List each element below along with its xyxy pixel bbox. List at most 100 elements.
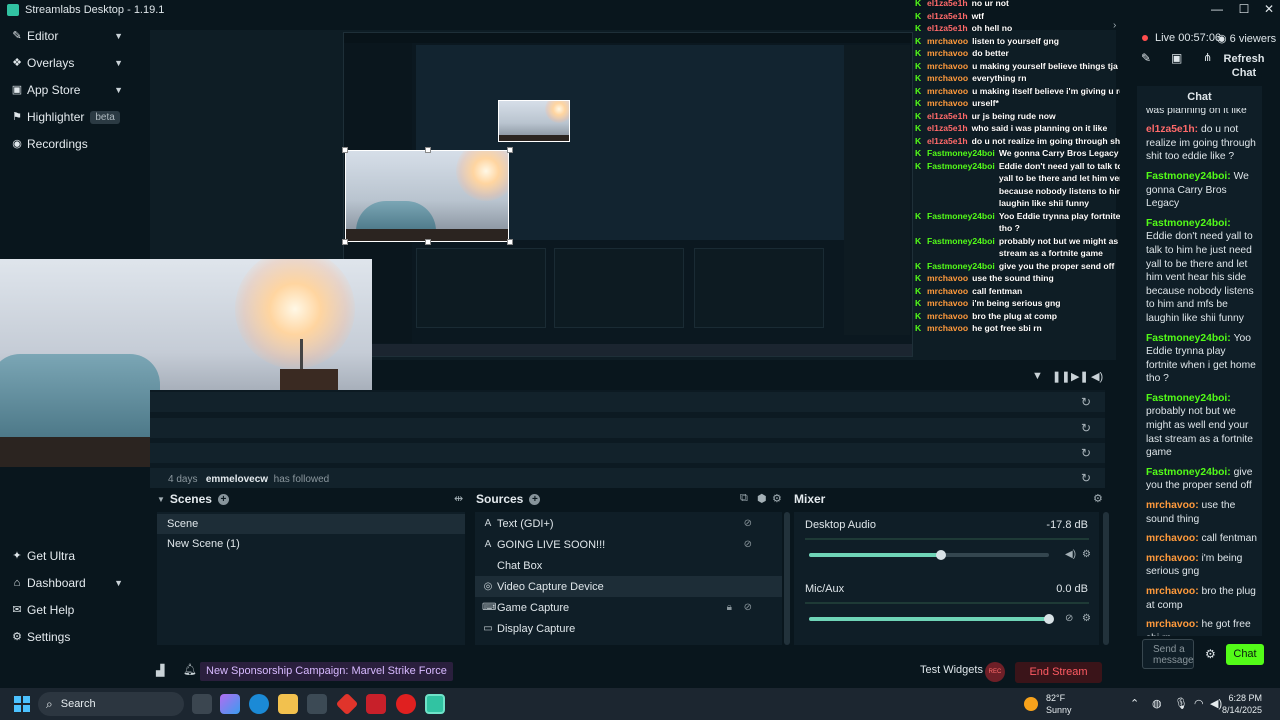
chat-username[interactable]: Fastmoney24boi — [1146, 467, 1227, 478]
visibility-off-icon[interactable]: ⊘ — [744, 602, 752, 613]
repeat-icon[interactable]: ↻ — [1081, 446, 1091, 460]
record-button[interactable]: REC — [985, 662, 1005, 682]
source-item[interactable]: A GOING LIVE SOON!!! ⊘ — [475, 534, 782, 555]
chat-username[interactable]: mrchavoo — [1146, 619, 1195, 630]
gear-icon[interactable]: ⚙ — [1082, 549, 1091, 560]
nav-dashboard[interactable]: ⌂ Dashboard ▼ — [0, 571, 133, 595]
chat-username[interactable]: mrchavoo — [1146, 533, 1195, 544]
chat-username[interactable]: Fastmoney24boi — [1146, 393, 1227, 404]
nav-highlighter[interactable]: ⚑ Highlighter beta — [0, 105, 133, 129]
lock-icon[interactable]: 🔒︎ — [727, 602, 732, 613]
edit-icon[interactable]: ✎ — [1141, 51, 1151, 65]
source-item[interactable]: Chat Box — [475, 555, 782, 576]
source-item[interactable]: A Text (GDI+) ⊘ — [475, 513, 782, 534]
scene-item[interactable]: New Scene (1) — [157, 534, 465, 554]
selection-handle[interactable] — [342, 239, 348, 245]
gear-icon[interactable]: ⚙ — [1082, 613, 1091, 624]
nav-get-ultra[interactable]: ✦ Get Ultra — [0, 544, 133, 568]
performance-icon[interactable]: ▟ — [156, 664, 164, 677]
visibility-off-icon[interactable]: ⊘ — [744, 518, 752, 529]
nav-recordings[interactable]: ◉ Recordings — [0, 132, 133, 156]
system-clock[interactable]: 6:28 PM 8/14/2025 — [1222, 692, 1262, 716]
mic-muted-icon[interactable]: ⊘ — [1065, 613, 1073, 624]
mic-icon[interactable]: 🎙︎ — [1174, 697, 1188, 710]
share-icon[interactable]: ⋔ — [1203, 51, 1212, 64]
selection-handle[interactable] — [507, 147, 513, 153]
end-stream-button[interactable]: End Stream — [1015, 662, 1102, 683]
webcam-source-preview[interactable] — [345, 150, 509, 242]
store-app-icon[interactable] — [307, 694, 327, 714]
store-icon[interactable]: ▣ — [1171, 51, 1182, 65]
folder-icon[interactable]: ⬢ — [757, 492, 767, 505]
source-item[interactable]: ⌨ Game Capture 🔒︎ ⊘ — [475, 597, 782, 618]
nav-settings[interactable]: ⚙ Settings — [0, 625, 133, 649]
nav-editor[interactable]: ✎ Editor ▼ — [0, 24, 133, 48]
filter-icon[interactable]: ▼ — [1032, 370, 1043, 382]
selection-handle[interactable] — [507, 239, 513, 245]
scene-transitions-icon[interactable]: ⇹ — [454, 492, 463, 505]
edge-icon[interactable] — [249, 694, 269, 714]
minimize-button[interactable]: — — [1204, 0, 1230, 20]
chat-input[interactable]: Send a message — [1142, 639, 1194, 669]
chat-username[interactable]: mrchavoo — [1146, 500, 1195, 511]
chat-username[interactable]: el1za5e1h — [1146, 124, 1195, 135]
source-options-icon[interactable]: ⧉ — [740, 492, 748, 505]
chevron-up-icon[interactable]: ⌃ — [1130, 697, 1139, 710]
slider-knob[interactable] — [936, 550, 946, 560]
weather-widget[interactable]: 82°F Sunny — [1024, 692, 1072, 716]
nav-get-help[interactable]: ✉ Get Help — [0, 598, 133, 622]
mcafee-icon[interactable] — [366, 694, 386, 714]
chat-username[interactable]: Fastmoney24boi — [1146, 218, 1227, 229]
nav-overlays[interactable]: ❖ Overlays ▼ — [0, 51, 133, 75]
selection-handle[interactable] — [342, 147, 348, 153]
scene-item[interactable]: Scene — [157, 514, 465, 534]
repeat-icon[interactable]: ↻ — [1081, 395, 1091, 409]
app-icon[interactable] — [335, 692, 359, 716]
sources-scrollbar[interactable] — [784, 512, 790, 645]
selection-handle[interactable] — [425, 147, 431, 153]
mixer-scrollbar[interactable] — [1103, 512, 1109, 645]
add-scene-button[interactable]: + — [217, 493, 229, 505]
wifi-icon[interactable]: ◠ — [1194, 697, 1204, 710]
refresh-chat-button[interactable]: Refresh Chat — [1218, 52, 1270, 80]
pause-icon[interactable]: ❚❚ — [1052, 370, 1070, 383]
send-chat-button[interactable]: Chat — [1226, 644, 1264, 665]
task-view-icon[interactable] — [192, 694, 212, 714]
copilot-icon[interactable] — [220, 694, 240, 714]
app-icon[interactable] — [396, 694, 416, 714]
volume-icon[interactable]: ◀) — [1091, 370, 1103, 383]
taskbar-search[interactable]: ⌕ Search — [38, 692, 184, 716]
close-button[interactable]: ✕ — [1256, 0, 1280, 20]
slider-knob[interactable] — [1044, 614, 1054, 624]
source-item[interactable]: ▭ Display Capture — [475, 618, 782, 639]
selection-handle[interactable] — [425, 239, 431, 245]
windows-start-button[interactable] — [14, 696, 30, 712]
mixer-settings-icon[interactable]: ⚙ — [1093, 492, 1103, 505]
chat-username[interactable]: Fastmoney24boi — [1146, 333, 1227, 344]
visibility-off-icon[interactable]: ⊘ — [744, 539, 752, 550]
chat-username[interactable]: mrchavoo — [1146, 586, 1195, 597]
sponsorship-banner[interactable]: New Sponsorship Campaign: Marvel Strike … — [200, 662, 453, 681]
settings-icon[interactable]: ⚙ — [772, 492, 782, 505]
speaker-icon[interactable]: ◀) — [1065, 549, 1076, 560]
nav-app-store[interactable]: ▣ App Store ▼ — [0, 78, 133, 102]
repeat-icon[interactable]: ↻ — [1081, 421, 1091, 435]
chat-username[interactable]: Fastmoney24boi — [1146, 171, 1227, 182]
test-widgets-button[interactable]: Test Widgets — [920, 664, 983, 676]
skip-icon[interactable]: ▶❚ — [1071, 370, 1089, 383]
file-explorer-icon[interactable] — [278, 694, 298, 714]
add-source-button[interactable]: + — [529, 493, 541, 505]
volume-slider[interactable] — [809, 550, 1049, 560]
chevron-down-icon[interactable]: ▼ — [157, 495, 165, 504]
tray-app-icon[interactable]: ◍ — [1152, 697, 1162, 710]
volume-slider[interactable] — [809, 614, 1054, 624]
chat-username[interactable]: mrchavoo — [1146, 553, 1195, 564]
streamlabs-taskbar-icon[interactable] — [425, 694, 445, 714]
source-item[interactable]: ◎ Video Capture Device — [475, 576, 782, 597]
volume-icon[interactable]: ◀) — [1210, 697, 1222, 710]
repeat-icon[interactable]: ↻ — [1081, 471, 1091, 485]
notification-icon[interactable]: 🔔︎ — [183, 663, 197, 676]
maximize-button[interactable]: ☐ — [1231, 0, 1257, 20]
chat-settings-icon[interactable]: ⚙ — [1205, 647, 1216, 661]
chevron-right-icon[interactable]: › — [1113, 20, 1116, 31]
